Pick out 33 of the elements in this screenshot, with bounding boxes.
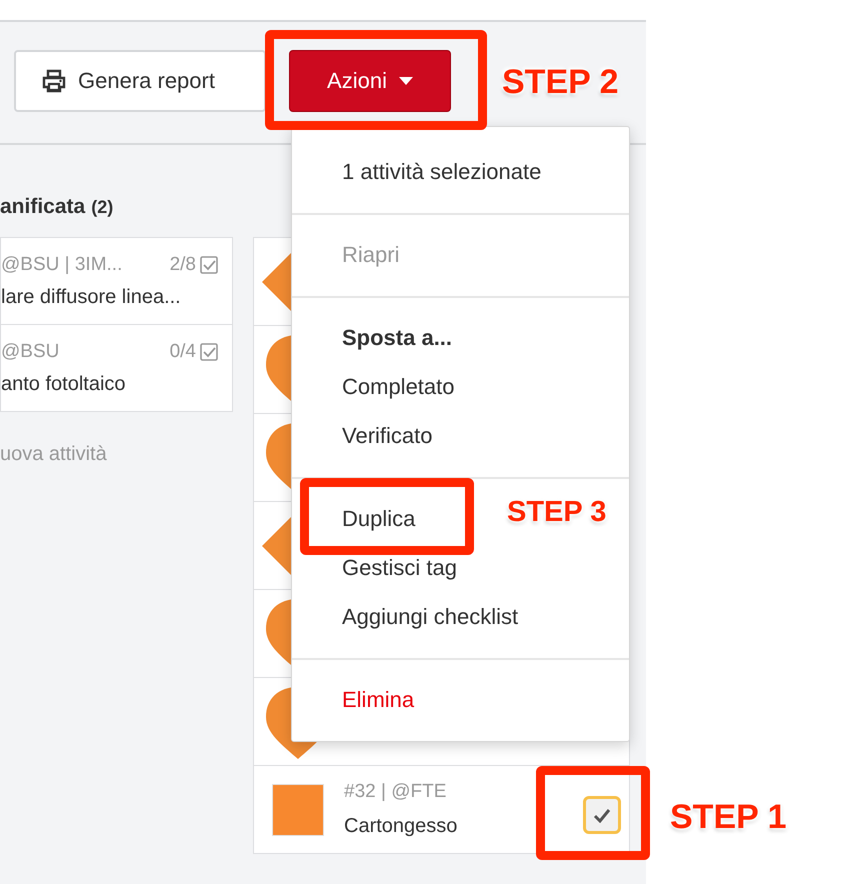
checkbox[interactable]	[583, 796, 621, 834]
checklist-count: 0/4	[170, 341, 196, 363]
step-label: STEP 2	[502, 63, 619, 102]
task-card[interactable]: #32 | @FTE Cartongesso	[253, 765, 630, 854]
menu-item[interactable]: Gestisci tag	[342, 553, 457, 583]
checkmark-icon	[593, 806, 611, 822]
step-label: STEP 1	[670, 798, 787, 837]
menu-heading: Sposta a...	[342, 324, 452, 352]
task-title: anto fotoltaico	[1, 373, 127, 396]
color-swatch	[272, 784, 324, 836]
task-card[interactable]: @BSU 0/4 anto fotoltaico	[0, 324, 233, 412]
column-title: anificata	[0, 195, 86, 219]
menu-item[interactable]: Aggiungi checklist	[342, 602, 518, 632]
column-count: (2)	[91, 196, 114, 218]
task-title: lare diffusore linea...	[1, 286, 182, 309]
checklist-icon	[200, 256, 218, 274]
task-card[interactable]: @BSU | 3IM... 2/8 lare diffusore linea...	[0, 237, 233, 325]
menu-item[interactable]: Verificato	[342, 421, 432, 451]
report-button[interactable]: Genera report	[14, 50, 266, 112]
printer-icon	[42, 68, 66, 92]
task-meta: #32 | @FTE	[344, 781, 448, 803]
menu-item[interactable]: Duplica	[342, 504, 416, 534]
menu-item[interactable]: Completato	[342, 372, 455, 402]
task-title: Cartongesso	[344, 815, 458, 838]
selection-count: 1 attività selezionate	[342, 158, 542, 186]
delete-menu-item[interactable]: Elimina	[342, 685, 414, 715]
actions-button[interactable]: Azioni	[289, 50, 451, 112]
caret-icon	[398, 76, 413, 84]
task-meta: @BSU	[1, 341, 60, 363]
checklist-count: 2/8	[170, 254, 196, 276]
step-label: STEP 3	[507, 496, 606, 529]
task-meta: @BSU | 3IM...	[1, 254, 124, 276]
checklist-icon	[200, 343, 218, 361]
